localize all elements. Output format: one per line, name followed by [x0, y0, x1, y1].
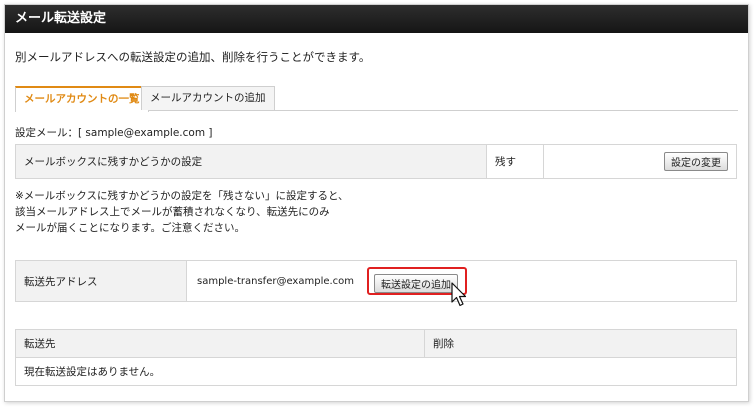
mouse-pointer-icon: [451, 282, 467, 307]
forward-address-input[interactable]: [195, 274, 359, 288]
tab-account-add[interactable]: メールアカウントの追加: [141, 86, 275, 110]
column-header-delete: 削除: [424, 329, 737, 358]
note-line: ※メールボックスに残すかどうかの設定を「残さない」に設定すると、: [15, 190, 349, 202]
forward-list-table: 転送先 削除 現在転送設定はありません。: [15, 329, 737, 386]
tab-bar: メールアカウントの一覧 メールアカウントの追加: [15, 86, 738, 112]
page-title: メール転送設定: [5, 5, 748, 33]
mailbox-setting-label: メールボックスに残すかどうかの設定: [15, 144, 487, 179]
mail-forward-panel: メール転送設定 別メールアドレスへの転送設定の追加、削除を行うことができます。 …: [4, 4, 749, 402]
setting-mail-label: 設定メール：[ sample@example.com ]: [15, 127, 213, 139]
change-setting-button[interactable]: 設定の変更: [664, 152, 728, 171]
tab-account-list[interactable]: メールアカウントの一覧: [15, 86, 149, 112]
mailbox-setting-value: 残す: [486, 144, 544, 179]
empty-message: 現在転送設定はありません。: [15, 357, 737, 386]
mailbox-setting-table: メールボックスに残すかどうかの設定 残す 設定の変更: [15, 144, 737, 179]
note-line: メールが届くことになります。ご注意ください。: [15, 222, 245, 234]
warning-note: ※メールボックスに残すかどうかの設定を「残さない」に設定すると、 該当メールアド…: [15, 188, 349, 236]
add-forward-button[interactable]: 転送設定の追加: [374, 274, 458, 293]
page-description: 別メールアドレスへの転送設定の追加、削除を行うことができます。: [15, 50, 371, 64]
column-header-destination: 転送先: [15, 329, 425, 358]
note-line: 該当メールアドレス上でメールが蓄積されなくなり、転送先にのみ: [15, 206, 330, 218]
table-header-row: 転送先 削除: [15, 329, 737, 358]
table-row: 現在転送設定はありません。: [15, 357, 737, 386]
forward-address-label: 転送先アドレス: [15, 260, 187, 302]
